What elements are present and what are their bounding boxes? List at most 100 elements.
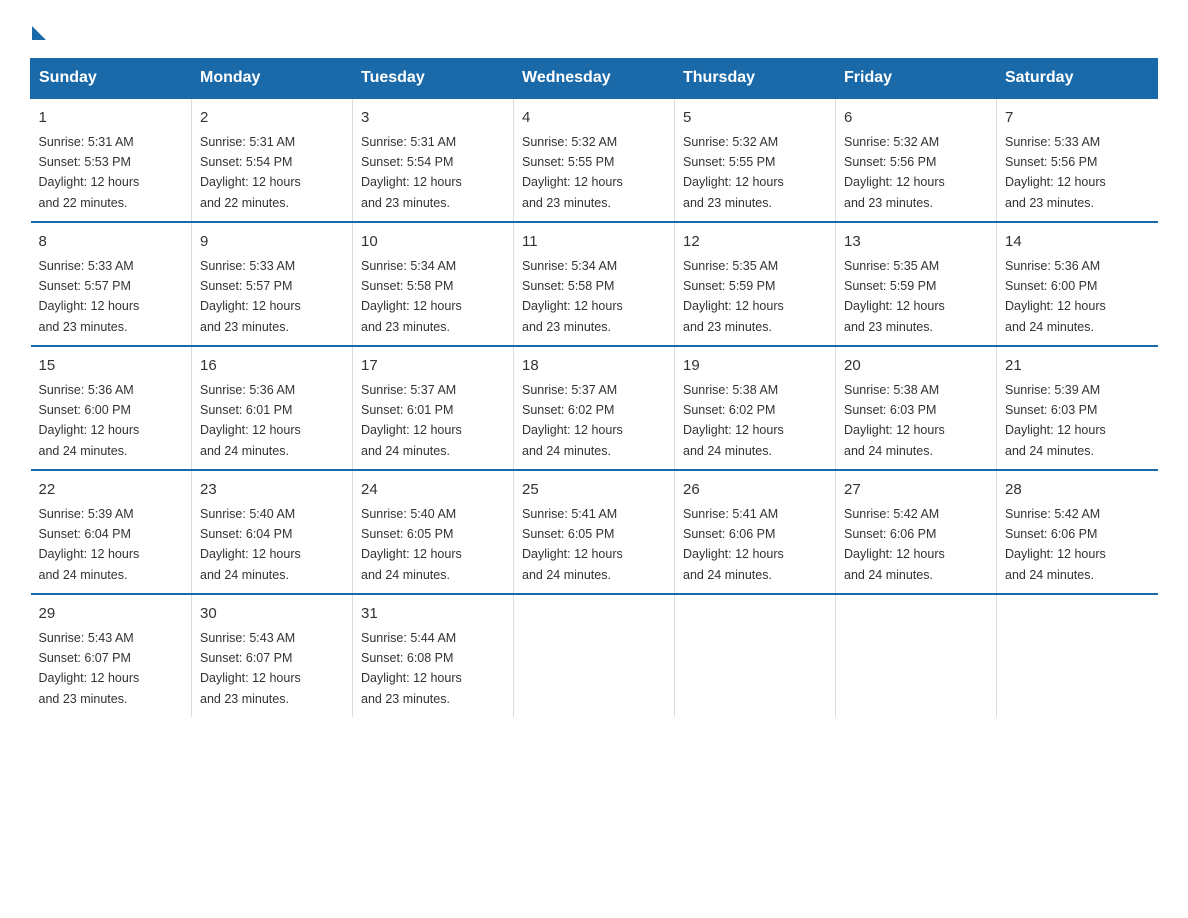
day-info: Sunrise: 5:44 AMSunset: 6:08 PMDaylight:…	[361, 631, 462, 706]
calendar-cell: 27 Sunrise: 5:42 AMSunset: 6:06 PMDayligh…	[836, 470, 997, 594]
calendar-cell: 18Sunrise: 5:37 AMSunset: 6:02 PMDayligh…	[514, 346, 675, 470]
calendar-cell: 13 Sunrise: 5:35 AMSunset: 5:59 PMDayligh…	[836, 222, 997, 346]
day-number: 13	[844, 231, 988, 254]
page-header	[30, 20, 1158, 38]
day-number: 22	[39, 479, 184, 502]
calendar-cell: 11 Sunrise: 5:34 AMSunset: 5:58 PMDayligh…	[514, 222, 675, 346]
calendar-cell: 26 Sunrise: 5:41 AMSunset: 6:06 PMDayligh…	[675, 470, 836, 594]
logo-triangle-icon	[32, 26, 46, 40]
day-info: Sunrise: 5:31 AMSunset: 5:54 PMDaylight:…	[361, 135, 462, 210]
calendar-cell	[514, 594, 675, 717]
calendar-cell: 6 Sunrise: 5:32 AMSunset: 5:56 PMDaylight…	[836, 98, 997, 222]
calendar-cell: 22 Sunrise: 5:39 AMSunset: 6:04 PMDayligh…	[31, 470, 192, 594]
calendar-cell: 10 Sunrise: 5:34 AMSunset: 5:58 PMDayligh…	[353, 222, 514, 346]
day-info: Sunrise: 5:43 AMSunset: 6:07 PMDaylight:…	[39, 631, 140, 706]
day-number: 16	[200, 355, 344, 378]
day-number: 12	[683, 231, 827, 254]
day-number: 20	[844, 355, 988, 378]
day-info: Sunrise: 5:31 AMSunset: 5:54 PMDaylight:…	[200, 135, 301, 210]
day-number: 23	[200, 479, 344, 502]
day-info: Sunrise: 5:41 AMSunset: 6:06 PMDaylight:…	[683, 507, 784, 582]
day-info: Sunrise: 5:36 AMSunset: 6:01 PMDaylight:…	[200, 383, 301, 458]
day-number: 28	[1005, 479, 1150, 502]
day-number: 31	[361, 603, 505, 626]
calendar-cell: 15 Sunrise: 5:36 AMSunset: 6:00 PMDayligh…	[31, 346, 192, 470]
day-info: Sunrise: 5:37 AMSunset: 6:02 PMDaylight:…	[522, 383, 623, 458]
calendar-cell	[675, 594, 836, 717]
day-number: 5	[683, 107, 827, 130]
header-monday: Monday	[192, 59, 353, 99]
calendar-week-row: 29 Sunrise: 5:43 AMSunset: 6:07 PMDayligh…	[31, 594, 1158, 717]
day-number: 15	[39, 355, 184, 378]
day-info: Sunrise: 5:37 AMSunset: 6:01 PMDaylight:…	[361, 383, 462, 458]
day-info: Sunrise: 5:40 AMSunset: 6:05 PMDaylight:…	[361, 507, 462, 582]
day-number: 14	[1005, 231, 1150, 254]
header-wednesday: Wednesday	[514, 59, 675, 99]
day-number: 27	[844, 479, 988, 502]
calendar-cell: 20 Sunrise: 5:38 AMSunset: 6:03 PMDayligh…	[836, 346, 997, 470]
calendar-cell: 25Sunrise: 5:41 AMSunset: 6:05 PMDayligh…	[514, 470, 675, 594]
calendar-cell: 4 Sunrise: 5:32 AMSunset: 5:55 PMDaylight…	[514, 98, 675, 222]
calendar-week-row: 1 Sunrise: 5:31 AMSunset: 5:53 PMDaylight…	[31, 98, 1158, 222]
calendar-table: SundayMondayTuesdayWednesdayThursdayFrid…	[30, 58, 1158, 717]
calendar-cell: 5Sunrise: 5:32 AMSunset: 5:55 PMDaylight…	[675, 98, 836, 222]
day-info: Sunrise: 5:43 AMSunset: 6:07 PMDaylight:…	[200, 631, 301, 706]
day-info: Sunrise: 5:40 AMSunset: 6:04 PMDaylight:…	[200, 507, 301, 582]
day-number: 21	[1005, 355, 1150, 378]
day-number: 19	[683, 355, 827, 378]
day-info: Sunrise: 5:34 AMSunset: 5:58 PMDaylight:…	[522, 259, 623, 334]
day-number: 24	[361, 479, 505, 502]
calendar-cell	[836, 594, 997, 717]
calendar-cell: 24 Sunrise: 5:40 AMSunset: 6:05 PMDayligh…	[353, 470, 514, 594]
day-number: 6	[844, 107, 988, 130]
day-number: 10	[361, 231, 505, 254]
day-info: Sunrise: 5:32 AMSunset: 5:55 PMDaylight:…	[522, 135, 623, 210]
calendar-week-row: 15 Sunrise: 5:36 AMSunset: 6:00 PMDayligh…	[31, 346, 1158, 470]
header-tuesday: Tuesday	[353, 59, 514, 99]
day-info: Sunrise: 5:36 AMSunset: 6:00 PMDaylight:…	[1005, 259, 1106, 334]
day-number: 4	[522, 107, 666, 130]
day-info: Sunrise: 5:36 AMSunset: 6:00 PMDaylight:…	[39, 383, 140, 458]
day-number: 1	[39, 107, 184, 130]
calendar-cell: 29 Sunrise: 5:43 AMSunset: 6:07 PMDayligh…	[31, 594, 192, 717]
calendar-cell: 31 Sunrise: 5:44 AMSunset: 6:08 PMDayligh…	[353, 594, 514, 717]
day-info: Sunrise: 5:33 AMSunset: 5:57 PMDaylight:…	[200, 259, 301, 334]
calendar-week-row: 8Sunrise: 5:33 AMSunset: 5:57 PMDaylight…	[31, 222, 1158, 346]
day-info: Sunrise: 5:39 AMSunset: 6:04 PMDaylight:…	[39, 507, 140, 582]
day-info: Sunrise: 5:35 AMSunset: 5:59 PMDaylight:…	[844, 259, 945, 334]
day-info: Sunrise: 5:42 AMSunset: 6:06 PMDaylight:…	[844, 507, 945, 582]
calendar-cell: 8Sunrise: 5:33 AMSunset: 5:57 PMDaylight…	[31, 222, 192, 346]
calendar-cell: 7 Sunrise: 5:33 AMSunset: 5:56 PMDaylight…	[997, 98, 1158, 222]
day-info: Sunrise: 5:42 AMSunset: 6:06 PMDaylight:…	[1005, 507, 1106, 582]
calendar-cell: 12 Sunrise: 5:35 AMSunset: 5:59 PMDayligh…	[675, 222, 836, 346]
day-info: Sunrise: 5:38 AMSunset: 6:03 PMDaylight:…	[844, 383, 945, 458]
day-number: 7	[1005, 107, 1150, 130]
day-number: 9	[200, 231, 344, 254]
calendar-cell: 21 Sunrise: 5:39 AMSunset: 6:03 PMDayligh…	[997, 346, 1158, 470]
day-number: 25	[522, 479, 666, 502]
day-number: 26	[683, 479, 827, 502]
day-number: 2	[200, 107, 344, 130]
day-info: Sunrise: 5:38 AMSunset: 6:02 PMDaylight:…	[683, 383, 784, 458]
logo	[30, 20, 46, 38]
day-number: 17	[361, 355, 505, 378]
header-saturday: Saturday	[997, 59, 1158, 99]
calendar-cell: 19 Sunrise: 5:38 AMSunset: 6:02 PMDayligh…	[675, 346, 836, 470]
day-info: Sunrise: 5:35 AMSunset: 5:59 PMDaylight:…	[683, 259, 784, 334]
day-info: Sunrise: 5:34 AMSunset: 5:58 PMDaylight:…	[361, 259, 462, 334]
calendar-cell: 30Sunrise: 5:43 AMSunset: 6:07 PMDayligh…	[192, 594, 353, 717]
calendar-cell: 23 Sunrise: 5:40 AMSunset: 6:04 PMDayligh…	[192, 470, 353, 594]
day-number: 11	[522, 231, 666, 254]
header-sunday: Sunday	[31, 59, 192, 99]
day-info: Sunrise: 5:31 AMSunset: 5:53 PMDaylight:…	[39, 135, 140, 210]
calendar-cell: 1 Sunrise: 5:31 AMSunset: 5:53 PMDaylight…	[31, 98, 192, 222]
day-info: Sunrise: 5:39 AMSunset: 6:03 PMDaylight:…	[1005, 383, 1106, 458]
day-number: 29	[39, 603, 184, 626]
day-info: Sunrise: 5:33 AMSunset: 5:57 PMDaylight:…	[39, 259, 140, 334]
header-thursday: Thursday	[675, 59, 836, 99]
calendar-week-row: 22 Sunrise: 5:39 AMSunset: 6:04 PMDayligh…	[31, 470, 1158, 594]
calendar-cell: 14 Sunrise: 5:36 AMSunset: 6:00 PMDayligh…	[997, 222, 1158, 346]
calendar-cell	[997, 594, 1158, 717]
day-info: Sunrise: 5:33 AMSunset: 5:56 PMDaylight:…	[1005, 135, 1106, 210]
day-info: Sunrise: 5:32 AMSunset: 5:56 PMDaylight:…	[844, 135, 945, 210]
